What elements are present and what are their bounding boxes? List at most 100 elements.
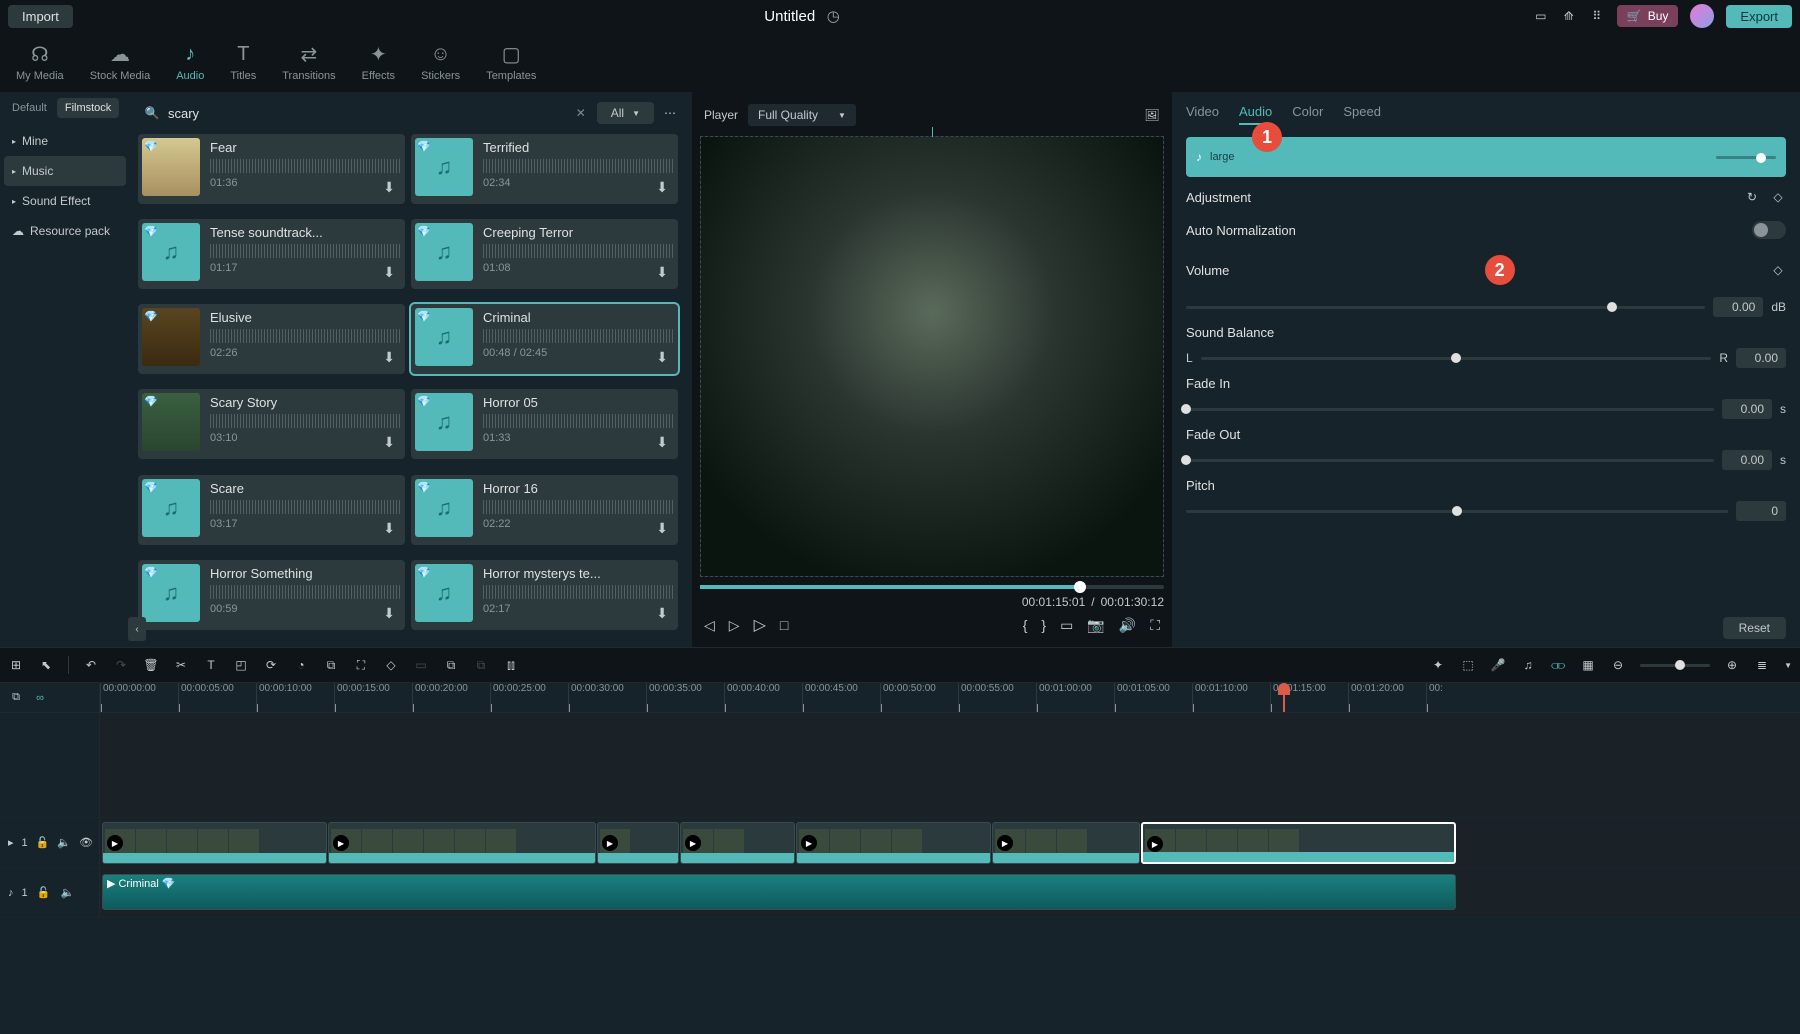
download-icon[interactable]: ⬇	[383, 605, 395, 622]
sidebar-item-music[interactable]: ▸Music	[4, 156, 126, 186]
filter-dropdown[interactable]: All ▼	[597, 102, 654, 124]
ruler-tick[interactable]: 00:00:00:00	[100, 683, 178, 712]
tab-stickers[interactable]: ☺Stickers	[409, 36, 472, 88]
lock-icon[interactable]: 🔓	[36, 885, 52, 901]
link-icon[interactable]: ∞	[32, 690, 48, 706]
screen-icon[interactable]: ▭	[1060, 617, 1073, 634]
prev-frame-button[interactable]: ◁	[704, 617, 715, 634]
speed-icon[interactable]: ⟳	[263, 657, 279, 673]
media-item[interactable]: 💎♫ Horror Something00:59 ⬇	[138, 560, 405, 630]
inspector-tab-video[interactable]: Video	[1186, 104, 1219, 125]
fadeout-slider[interactable]	[1186, 459, 1714, 462]
step-back-button[interactable]: ▷	[729, 617, 740, 634]
mark-out-icon[interactable]: }	[1041, 617, 1046, 633]
ruler-tick[interactable]: 00:01:10:00	[1192, 683, 1270, 712]
grid-icon[interactable]: ⊞	[8, 657, 24, 673]
auto-norm-toggle[interactable]	[1752, 221, 1786, 239]
ruler-tick[interactable]: 00:01:00:00	[1036, 683, 1114, 712]
pitch-slider[interactable]	[1186, 510, 1728, 513]
more-icon[interactable]: ⋯	[662, 105, 678, 121]
progress-bar[interactable]	[700, 585, 1164, 589]
text-icon[interactable]: T	[203, 657, 219, 673]
media-item[interactable]: 💎♫ Horror 1602:22 ⬇	[411, 475, 678, 545]
monitor-icon[interactable]: ▭	[1533, 8, 1549, 24]
download-icon[interactable]: ⬇	[656, 520, 668, 537]
track-display-icon[interactable]: ≣	[1754, 657, 1770, 673]
sidebar-tab-default[interactable]: Default	[4, 98, 55, 118]
media-item[interactable]: 💎♫ Horror mysterys te...02:17 ⬇	[411, 560, 678, 630]
ruler-tick[interactable]: 00:01:05:00	[1114, 683, 1192, 712]
clear-search-icon[interactable]: ✕	[573, 105, 589, 121]
zoom-in-icon[interactable]: ⊕	[1724, 657, 1740, 673]
media-item[interactable]: 💎 Elusive02:26 ⬇	[138, 304, 405, 374]
fadein-value[interactable]: 0.00	[1722, 399, 1772, 419]
group-icon[interactable]: ▭	[413, 657, 429, 673]
media-item[interactable]: 💎 Scary Story03:10 ⬇	[138, 389, 405, 459]
pip-icon[interactable]: ⧉	[323, 657, 339, 673]
lock-icon[interactable]: 🔓	[36, 835, 50, 851]
sidebar-item-resource-pack[interactable]: ☁Resource pack	[4, 216, 126, 246]
media-item[interactable]: 💎 Fear01:36 ⬇	[138, 134, 405, 204]
ruler-tick[interactable]: 00:00:15:00	[334, 683, 412, 712]
fullscreen-icon[interactable]: ⛶	[1150, 617, 1160, 634]
marker-icon[interactable]: ⬚	[1460, 657, 1476, 673]
download-icon[interactable]: ⬇	[383, 179, 395, 196]
ruler-tick[interactable]: 00:00:55:00	[958, 683, 1036, 712]
tab-templates[interactable]: ▢Templates	[474, 36, 548, 88]
apps-icon[interactable]: ⠿	[1589, 8, 1605, 24]
ruler-tick[interactable]: 00:00:05:00	[178, 683, 256, 712]
tab-my-media[interactable]: ☊My Media	[4, 36, 76, 88]
sidebar-item-sound-effect[interactable]: ▸Sound Effect	[4, 186, 126, 216]
undo-icon[interactable]: ↶	[83, 657, 99, 673]
volume-value[interactable]: 0.00	[1713, 297, 1763, 317]
volume-icon[interactable]: 🔊	[1119, 617, 1136, 634]
camera-icon[interactable]: 📷	[1087, 617, 1104, 634]
buy-button[interactable]: 🛒 Buy	[1617, 5, 1679, 27]
ruler-tick[interactable]: 00:01:20:00	[1348, 683, 1426, 712]
tab-titles[interactable]: TTitles	[218, 36, 268, 88]
media-item[interactable]: 💎♫ Criminal00:48 / 02:45 ⬇	[411, 304, 678, 374]
search-input[interactable]	[168, 106, 565, 121]
card-slider[interactable]	[1716, 156, 1776, 159]
pitch-value[interactable]: 0	[1736, 501, 1786, 521]
ruler-tick[interactable]: 00:00:25:00	[490, 683, 568, 712]
color-icon[interactable]: ◔	[293, 657, 309, 673]
balance-value[interactable]: 0.00	[1736, 348, 1786, 368]
playhead[interactable]	[1283, 683, 1285, 712]
tab-transitions[interactable]: ⇄Transitions	[270, 36, 347, 88]
ungroup-icon[interactable]: ⧉	[443, 657, 459, 673]
keyframe-icon[interactable]: ◇	[1770, 262, 1786, 278]
mark-in-icon[interactable]: {	[1023, 617, 1028, 633]
sidebar-item-mine[interactable]: ▸Mine	[4, 126, 126, 156]
audio-mix-icon[interactable]: ♫	[1520, 657, 1536, 673]
mixer-icon[interactable]: ⫾⫾	[503, 657, 519, 673]
import-button[interactable]: Import	[8, 5, 73, 28]
visibility-icon[interactable]: 👁	[79, 835, 93, 851]
chevron-down-icon[interactable]: ▼	[1784, 661, 1792, 670]
mute-icon[interactable]: 🔈	[57, 835, 71, 851]
media-item[interactable]: 💎♫ Creeping Terror01:08 ⬇	[411, 219, 678, 289]
tab-stock-media[interactable]: ☁Stock Media	[78, 36, 163, 88]
ruler-tick[interactable]: 00:	[1426, 683, 1504, 712]
fadein-slider[interactable]	[1186, 408, 1714, 411]
audio-track[interactable]: ▶ Criminal 💎	[100, 868, 1800, 917]
zoom-slider[interactable]	[1640, 664, 1710, 667]
download-icon[interactable]: ⬇	[383, 434, 395, 451]
video-track[interactable]: ▶ ▶ ▶ ▶ ▶ ▶ ▶	[100, 818, 1800, 867]
stop-button[interactable]: □	[780, 617, 788, 633]
zoom-out-icon[interactable]: ⊖	[1610, 657, 1626, 673]
download-icon[interactable]: ⬇	[656, 434, 668, 451]
download-icon[interactable]: ⬇	[656, 349, 668, 366]
mute-icon[interactable]: 🔈	[60, 885, 76, 901]
voiceover-icon[interactable]: 🎤	[1490, 657, 1506, 673]
ruler-tick[interactable]: 00:00:10:00	[256, 683, 334, 712]
fadeout-value[interactable]: 0.00	[1722, 450, 1772, 470]
export-button[interactable]: Export	[1726, 5, 1792, 28]
tab-audio[interactable]: ♪Audio	[164, 36, 216, 88]
ruler-tick[interactable]: 00:00:35:00	[646, 683, 724, 712]
snapshot-icon[interactable]: 🖼	[1144, 107, 1160, 123]
media-item[interactable]: 💎♫ Terrified02:34 ⬇	[411, 134, 678, 204]
download-icon[interactable]: ⬇	[656, 605, 668, 622]
cursor-icon[interactable]: ⬉	[38, 657, 54, 673]
ruler-tick[interactable]: 00:00:45:00	[802, 683, 880, 712]
